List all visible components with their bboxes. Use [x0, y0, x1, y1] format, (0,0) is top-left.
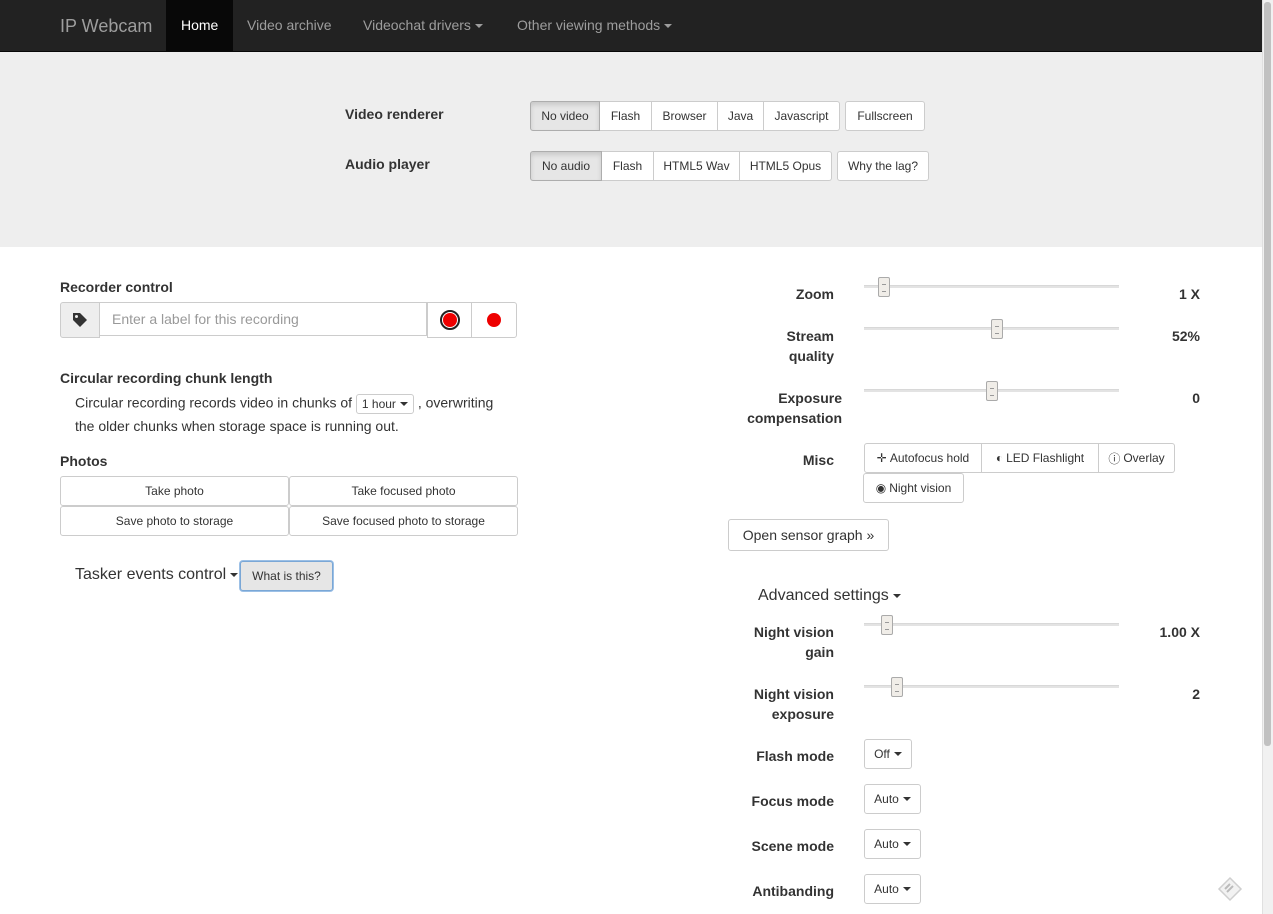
- recorder-title: Recorder control: [60, 279, 173, 295]
- nav-home[interactable]: Home: [166, 0, 234, 51]
- tag-addon: [60, 302, 100, 338]
- caret-down-icon: [664, 24, 673, 29]
- save-focused-photo-button[interactable]: Save focused photo to storage: [289, 506, 518, 536]
- contrast-icon: ◐: [995, 451, 1004, 465]
- video-browser-button[interactable]: Browser: [652, 101, 718, 131]
- eye-icon: ◉: [875, 481, 887, 495]
- record-once-button[interactable]: [427, 302, 472, 338]
- tasker-events-dropdown[interactable]: Tasker events control: [75, 566, 239, 584]
- quality-slider-handle[interactable]: [990, 319, 1003, 339]
- autofocus-hold-button[interactable]: ✛ Autofocus hold: [864, 443, 982, 473]
- take-focused-photo-button[interactable]: Take focused photo: [289, 476, 518, 506]
- video-no-video-button[interactable]: No video: [530, 101, 600, 131]
- stream-quality-label: Stream quality: [786, 328, 834, 364]
- recording-label-input[interactable]: Enter a label for this recording: [99, 302, 427, 336]
- overlay-button[interactable]: ⓘ Overlay: [1099, 443, 1175, 473]
- what-is-this-button[interactable]: What is this?: [240, 561, 333, 591]
- tag-icon: [73, 313, 87, 327]
- nv-exposure-slider-handle[interactable]: [891, 677, 904, 697]
- caret-down-icon: [902, 887, 911, 891]
- video-javascript-button[interactable]: Javascript: [764, 101, 840, 131]
- video-renderer-label: Video renderer: [345, 106, 444, 122]
- nv-exposure-value: 2: [1192, 686, 1200, 702]
- record-button[interactable]: [471, 302, 517, 338]
- caret-down-icon: [230, 572, 239, 577]
- quality-value: 52%: [1171, 328, 1200, 344]
- zoom-slider-handle[interactable]: [878, 277, 891, 297]
- nav-video-archive[interactable]: Video archive: [232, 0, 347, 51]
- night-vision-button[interactable]: ◉ Night vision: [863, 473, 964, 503]
- circular-text-line2: the older chunks when storage space is r…: [75, 418, 399, 434]
- caret-down-icon: [892, 593, 901, 598]
- fullscreen-button[interactable]: Fullscreen: [845, 101, 925, 131]
- exposure-label: Exposure compensation: [747, 390, 842, 426]
- nv-gain-slider-handle[interactable]: [880, 615, 893, 635]
- nv-gain-value: 1.00 X: [1159, 624, 1200, 640]
- exposure-slider-handle[interactable]: [985, 381, 998, 401]
- audio-flash-button[interactable]: Flash: [602, 151, 654, 181]
- circular-text-line1: Circular recording records video in chun…: [75, 394, 493, 414]
- record-dot-icon: [442, 313, 457, 327]
- zoom-label: Zoom: [795, 286, 834, 302]
- scene-mode-label: Scene mode: [751, 838, 834, 854]
- nv-gain-slider-track[interactable]: [864, 623, 1119, 626]
- open-sensor-graph-button[interactable]: Open sensor graph »: [728, 519, 889, 551]
- save-photo-button[interactable]: Save photo to storage: [60, 506, 289, 536]
- take-photo-button[interactable]: Take photo: [60, 476, 289, 506]
- audio-player-label: Audio player: [345, 156, 430, 172]
- why-lag-button[interactable]: Why the lag?: [837, 151, 929, 181]
- record-dot-icon: [487, 313, 501, 327]
- exposure-value: 0: [1192, 390, 1200, 406]
- caret-down-icon: [902, 797, 911, 801]
- night-vision-gain-label: Night vision gain: [753, 624, 834, 660]
- caret-down-icon: [902, 842, 911, 846]
- caret-down-icon: [474, 24, 483, 29]
- zoom-value: 1 X: [1178, 286, 1200, 302]
- chunk-length-select[interactable]: 1 hour: [355, 394, 414, 414]
- scene-mode-dropdown[interactable]: Auto: [864, 829, 921, 859]
- focus-mode-label: Focus mode: [751, 793, 834, 809]
- antibanding-label: Antibanding: [752, 883, 834, 899]
- misc-label: Misc: [802, 452, 834, 468]
- page-scrollbar-thumb[interactable]: [1264, 2, 1271, 746]
- audio-html5-opus-button[interactable]: HTML5 Opus: [740, 151, 832, 181]
- focus-mode-dropdown[interactable]: Auto: [864, 784, 921, 814]
- photos-title: Photos: [60, 453, 108, 469]
- flash-mode-label: Flash mode: [756, 748, 834, 764]
- antibanding-dropdown[interactable]: Auto: [864, 874, 921, 904]
- flash-mode-dropdown[interactable]: Off: [864, 739, 912, 769]
- led-flashlight-button[interactable]: ◐ LED Flashlight: [982, 443, 1099, 473]
- night-vision-exposure-label: Night vision exposure: [753, 686, 834, 722]
- advanced-settings-toggle[interactable]: Advanced settings: [758, 587, 901, 605]
- crosshair-icon: ✛: [876, 451, 887, 465]
- renderer-panel: [0, 52, 1262, 247]
- zoom-slider-track[interactable]: [864, 285, 1119, 288]
- feedback-icon[interactable]: [1217, 876, 1243, 902]
- nav-videochat-drivers[interactable]: Videochat drivers: [348, 0, 498, 51]
- video-flash-button[interactable]: Flash: [600, 101, 652, 131]
- audio-no-audio-button[interactable]: No audio: [530, 151, 602, 181]
- record-ring-icon: [439, 310, 460, 330]
- brand-logo[interactable]: IP Webcam: [60, 16, 152, 37]
- nav-other-viewing-methods[interactable]: Other viewing methods: [502, 0, 687, 51]
- video-java-button[interactable]: Java: [718, 101, 764, 131]
- audio-html5-wav-button[interactable]: HTML5 Wav: [654, 151, 740, 181]
- caret-down-icon: [893, 752, 902, 756]
- circular-title: Circular recording chunk length: [60, 370, 273, 386]
- info-icon: ⓘ: [1108, 451, 1121, 466]
- caret-down-icon: [399, 402, 408, 406]
